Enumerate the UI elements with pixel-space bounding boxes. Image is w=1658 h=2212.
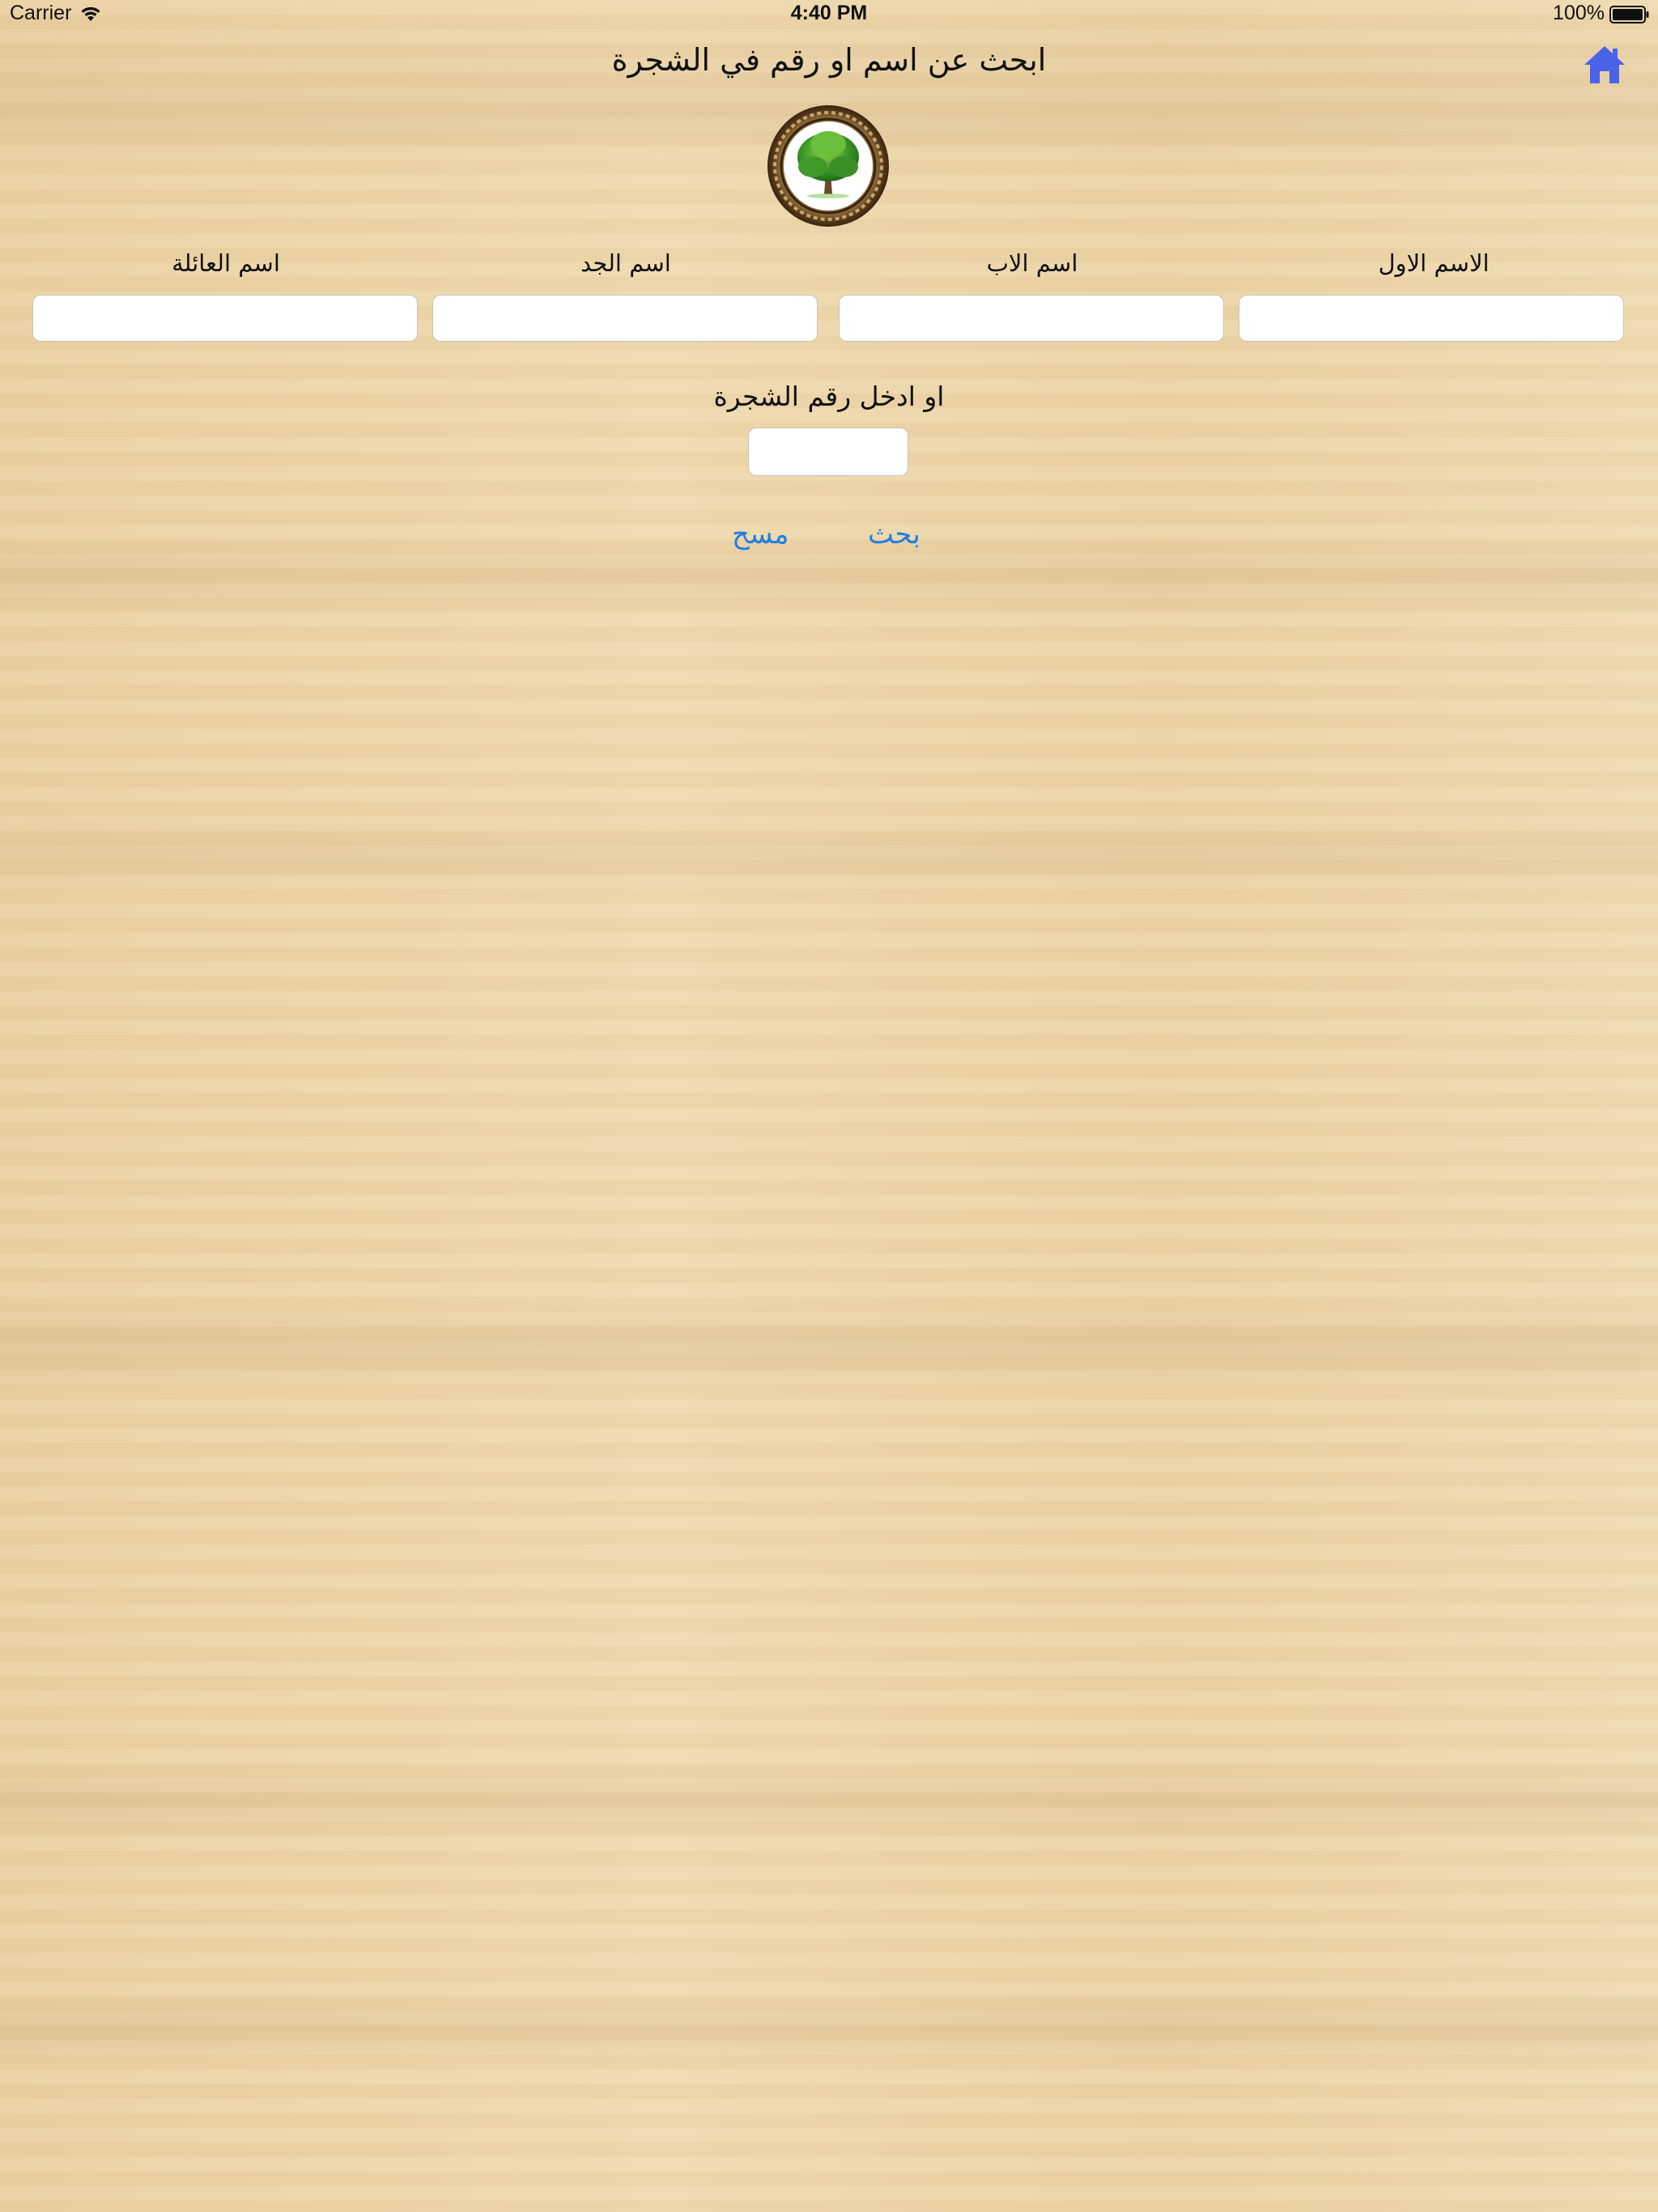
father-name-field[interactable] (839, 295, 1224, 342)
grandfather-name-label: اسم الجد (580, 249, 671, 277)
tree-logo (766, 104, 891, 228)
grandfather-name-field[interactable] (432, 295, 818, 342)
home-button[interactable] (1582, 42, 1627, 87)
tree-number-field[interactable] (748, 428, 908, 476)
first-name-field[interactable] (1239, 295, 1624, 342)
family-name-label: اسم العائلة (172, 249, 280, 277)
family-name-field[interactable] (32, 295, 418, 342)
tree-number-label: او ادخل رقم الشجرة (713, 381, 945, 412)
home-icon (1584, 46, 1625, 83)
status-time: 4:40 PM (790, 2, 868, 24)
status-bar: Carrier 4:40 PM 100% (0, 0, 1658, 32)
battery-icon (1609, 6, 1649, 23)
clear-button[interactable]: مسح (732, 518, 789, 551)
page-title: ابحث عن اسم او رقم في الشجرة (611, 42, 1047, 78)
father-name-label: اسم الاب (986, 249, 1078, 277)
battery-percent: 100% (1553, 2, 1605, 24)
search-button[interactable]: بحث (868, 518, 920, 551)
tree-logo-icon (767, 105, 889, 227)
first-name-label: الاسم الاول (1378, 249, 1490, 277)
